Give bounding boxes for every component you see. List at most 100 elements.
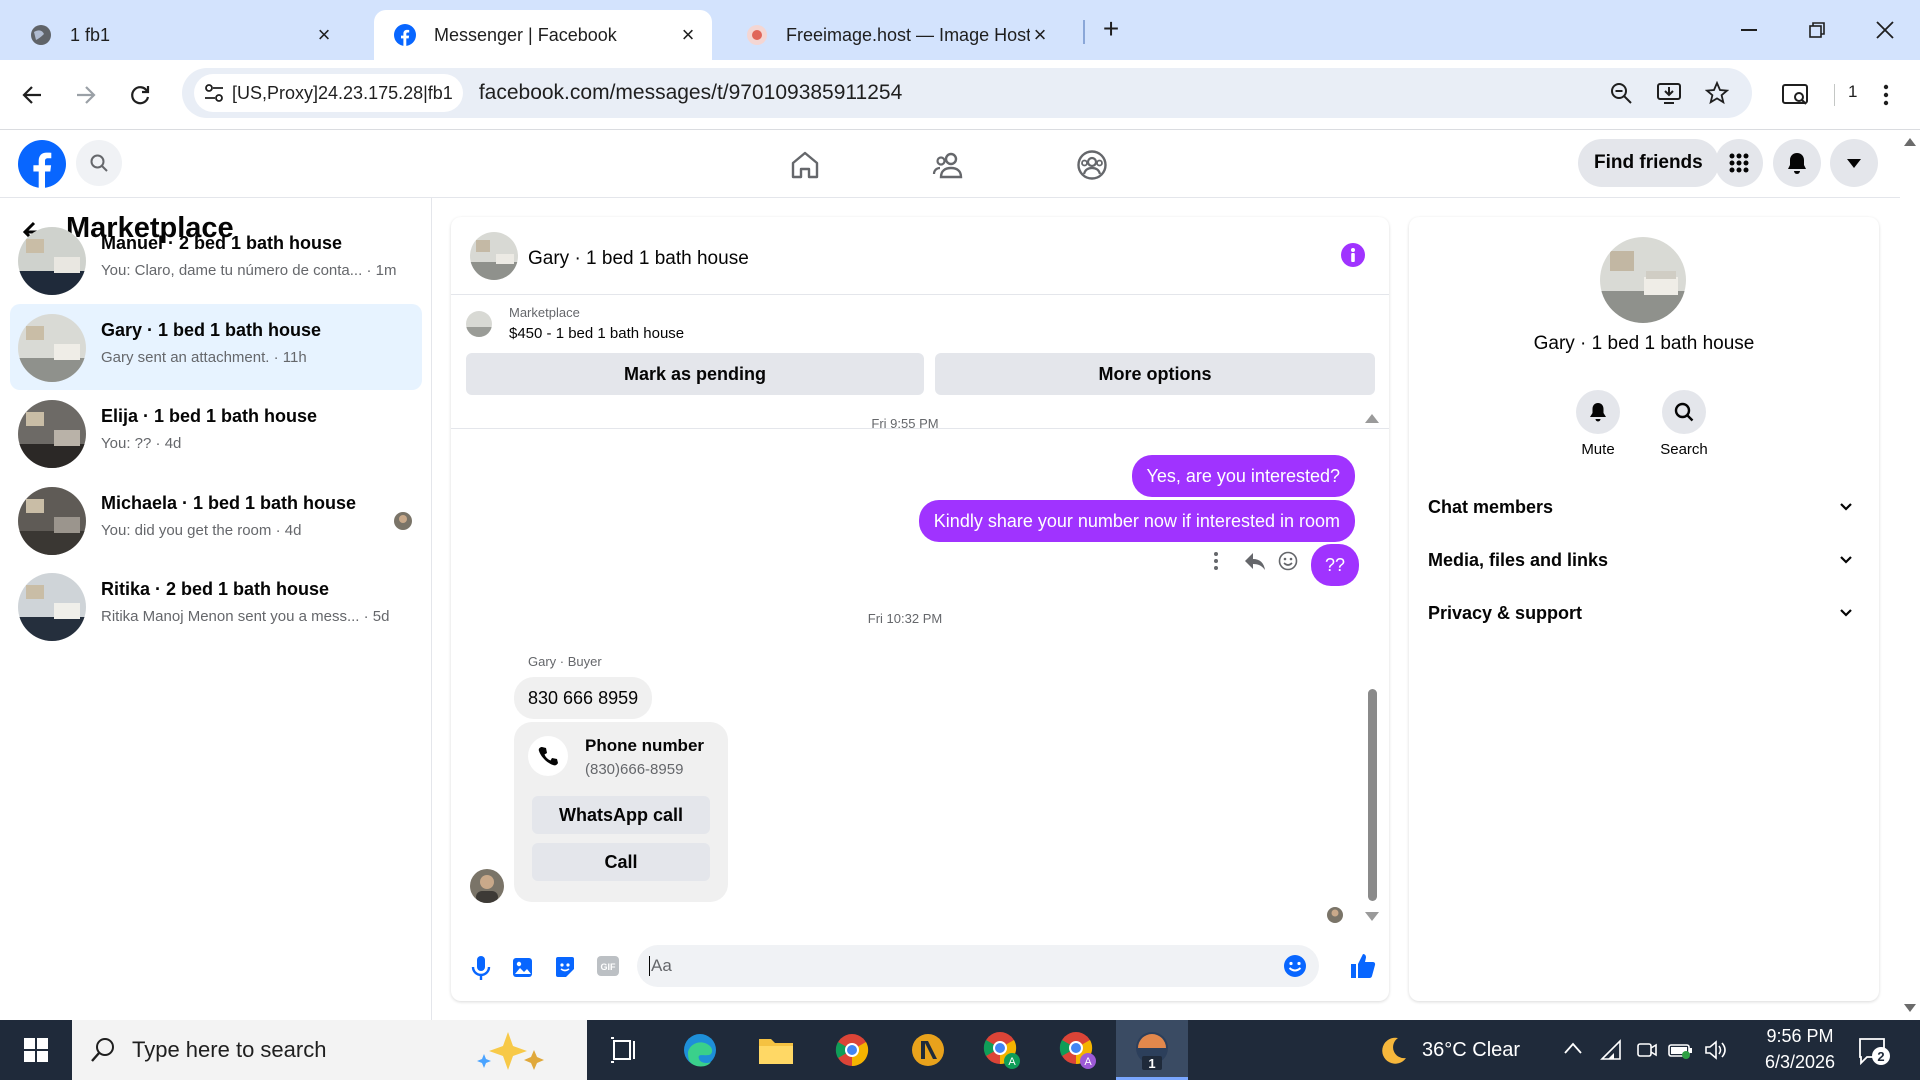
close-tab-icon[interactable]: × (1030, 22, 1050, 47)
listing-summary[interactable]: $450 - 1 bed 1 bath house (509, 325, 684, 342)
chat-title[interactable]: Gary · 1 bed 1 bath house (528, 248, 749, 270)
photo-icon[interactable] (511, 955, 537, 981)
ixbrowser-icon[interactable] (904, 1028, 952, 1072)
tab-messenger[interactable]: Messenger | Facebook × (374, 10, 712, 60)
restore-button[interactable] (1790, 12, 1844, 48)
info-icon[interactable] (1341, 243, 1365, 267)
forward-button[interactable] (66, 75, 106, 115)
account-button[interactable] (1830, 139, 1878, 187)
media-files-links-section[interactable]: Media, files and links (1428, 542, 1860, 578)
tab-freeimage[interactable]: Freeimage.host — Image Hosti × (726, 10, 1064, 60)
gif-icon[interactable]: GIF (596, 955, 622, 981)
close-tab-icon[interactable]: × (314, 22, 334, 47)
friends-nav-icon[interactable] (932, 150, 964, 180)
message-composer[interactable]: Aa (637, 945, 1319, 987)
wifi-icon[interactable] (1600, 1039, 1624, 1061)
scroll-down-arrow[interactable] (1365, 912, 1379, 921)
chrome-profile-b-icon[interactable]: A (1054, 1028, 1102, 1072)
reload-button[interactable] (120, 75, 160, 115)
volume-icon[interactable] (1704, 1039, 1728, 1061)
meet-now-icon[interactable] (1636, 1039, 1658, 1061)
chevron-down-icon (1840, 609, 1852, 617)
weather-moon-icon[interactable] (1376, 1034, 1408, 1066)
scroll-up-arrow[interactable] (1904, 138, 1916, 146)
conversation-item[interactable]: Elija · 1 bed 1 bath house You: ?? · 4d (10, 390, 422, 476)
sticker-icon[interactable] (553, 955, 579, 981)
like-thumb-icon[interactable] (1349, 952, 1377, 980)
home-nav-icon[interactable] (790, 150, 820, 180)
message-more-icon[interactable] (1213, 551, 1219, 571)
active-app-tile[interactable]: 1 (1116, 1020, 1188, 1080)
bookmark-star-icon[interactable] (1702, 78, 1732, 108)
install-app-icon[interactable] (1654, 78, 1684, 108)
edge-icon[interactable] (676, 1028, 724, 1072)
chat-members-section[interactable]: Chat members (1428, 489, 1860, 525)
browser-menu-button[interactable] (1866, 75, 1906, 115)
react-emoji-icon[interactable] (1278, 551, 1298, 571)
outgoing-message[interactable]: Kindly share your number now if interest… (918, 500, 1355, 542)
taskbar-search-box[interactable]: Type here to search (72, 1020, 587, 1080)
site-info-chip[interactable]: [US,Proxy]24.23.175.28|fb1 (194, 74, 463, 112)
mark-as-pending-button[interactable]: Mark as pending (466, 353, 924, 395)
minimize-button[interactable] (1722, 12, 1776, 48)
close-window-button[interactable] (1858, 12, 1912, 48)
start-button[interactable] (0, 1020, 72, 1080)
chrome-icon[interactable] (828, 1028, 876, 1072)
show-hidden-icons-chevron[interactable] (1564, 1042, 1582, 1054)
task-view-icon[interactable] (600, 1028, 648, 1072)
scroll-up-arrow[interactable] (1365, 414, 1379, 423)
close-tab-icon[interactable]: × (678, 22, 698, 47)
clock-time[interactable]: 9:56 PM (1755, 1026, 1845, 1047)
new-tab-button[interactable]: + (1096, 13, 1126, 44)
privacy-support-section[interactable]: Privacy & support (1428, 595, 1860, 631)
weather-text[interactable]: 36°C Clear (1422, 1039, 1520, 1062)
taskbar-search-placeholder: Type here to search (132, 1037, 327, 1062)
groups-nav-icon[interactable] (1076, 149, 1108, 181)
tab-search-button[interactable] (1776, 75, 1816, 115)
conversation-item[interactable]: Michaela · 1 bed 1 bath house You: did yo… (10, 477, 422, 563)
search-icon (1674, 402, 1694, 422)
mute-label: Mute (1581, 441, 1615, 458)
emoji-icon[interactable] (1283, 954, 1307, 978)
facebook-search-button[interactable] (76, 140, 122, 186)
chat-scrollbar-thumb[interactable] (1368, 689, 1377, 901)
scroll-down-arrow[interactable] (1904, 1004, 1916, 1012)
outgoing-message[interactable]: Yes, are you interested? (1131, 455, 1355, 497)
conversation-item[interactable]: Manuel · 2 bed 1 bath house You: Claro, d… (10, 217, 422, 303)
profile-name[interactable]: Gary · 1 bed 1 bath house (1409, 333, 1879, 355)
incoming-message[interactable]: 830 666 8959 (514, 677, 653, 719)
notification-center-icon[interactable]: 2 (1858, 1037, 1890, 1065)
chat-avatar[interactable] (470, 232, 518, 280)
sender-avatar[interactable] (470, 869, 504, 903)
listing-thumbnail[interactable] (466, 311, 492, 337)
conversation-item[interactable]: Ritika · 2 bed 1 bath house Ritika Manoj … (10, 563, 422, 649)
outgoing-message[interactable]: ?? (1311, 544, 1360, 586)
microphone-icon[interactable] (470, 955, 496, 981)
notifications-button[interactable] (1773, 139, 1821, 187)
address-bar[interactable]: [US,Proxy]24.23.175.28|fb1 facebook.com/… (182, 68, 1752, 118)
menu-button[interactable] (1715, 139, 1763, 187)
mute-button[interactable] (1576, 390, 1620, 434)
call-button[interactable]: Call (532, 843, 710, 881)
more-options-button[interactable]: More options (935, 353, 1375, 395)
conversation-preview: You: did you get the room · 4d (101, 522, 301, 539)
zoom-icon[interactable] (1606, 78, 1636, 108)
profile-avatar[interactable] (1600, 237, 1686, 323)
clock-date[interactable]: 6/3/2026 (1750, 1052, 1850, 1073)
phone-card-number: (830)666-8959 (585, 761, 684, 778)
back-button[interactable] (12, 75, 52, 115)
page-scrollbar[interactable] (1900, 130, 1920, 1020)
facebook-logo[interactable] (18, 140, 66, 188)
search-conversation-button[interactable] (1662, 390, 1706, 434)
battery-icon[interactable] (1668, 1040, 1694, 1060)
reply-icon[interactable] (1244, 552, 1266, 570)
chrome-profile-a-icon[interactable]: A (978, 1028, 1026, 1072)
conversation-item[interactable]: Gary · 1 bed 1 bath house Gary sent an at… (10, 303, 422, 390)
tab-1-fb1[interactable]: 1 fb1 × (10, 10, 348, 60)
find-friends-button[interactable]: Find friends (1578, 139, 1719, 187)
file-explorer-icon[interactable] (752, 1028, 800, 1072)
phone-card-title: Phone number (585, 736, 705, 755)
url-text[interactable]: facebook.com/messages/t/970109385911254 (479, 81, 902, 105)
extension-badge[interactable]: 1 (1848, 82, 1857, 102)
whatsapp-call-button[interactable]: WhatsApp call (532, 796, 710, 834)
